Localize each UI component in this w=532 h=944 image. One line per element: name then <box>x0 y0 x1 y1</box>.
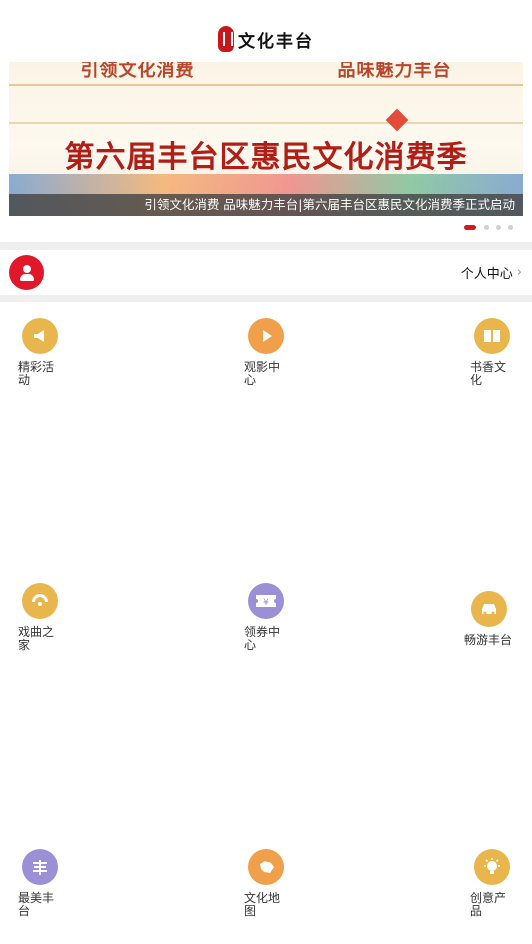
carousel-dot[interactable] <box>508 225 513 230</box>
car-icon <box>471 591 507 627</box>
banner-slogan-right: 品味魅力丰台 <box>337 62 452 81</box>
grid-item-activities[interactable]: 精彩活动 <box>18 318 78 387</box>
carousel-dot[interactable] <box>496 225 501 230</box>
banner-headline: 第六届丰台区惠民文化消费季 <box>64 140 468 175</box>
carousel-dots[interactable] <box>0 225 532 231</box>
promo-banner[interactable]: 引领文化消费 品味魅力丰台 第六届丰台区惠民文化消费季 引领文化消费 品味魅力丰… <box>9 62 523 216</box>
kite-icon <box>385 108 409 132</box>
user-icon <box>19 264 35 281</box>
section-separator <box>0 242 532 250</box>
banner-slogan-left: 引领文化消费 <box>80 62 195 81</box>
lightbulb-icon <box>474 849 510 885</box>
coupon-icon: ¥ <box>248 583 284 619</box>
personal-center-link[interactable]: 个人中心 › <box>461 263 522 282</box>
profile-row[interactable]: 个人中心 › <box>0 250 532 295</box>
grid-label: 书香文化 <box>470 360 507 387</box>
grid-item-coupons[interactable]: ¥ 领券中心 <box>244 583 304 652</box>
seal-icon <box>218 26 234 52</box>
logo-text: 文化丰台 <box>238 31 314 52</box>
banner-caption: 引领文化消费 品味魅力丰台|第六届丰台区惠民文化消费季正式启动 <box>9 194 523 216</box>
carousel-dot[interactable] <box>484 225 489 230</box>
grid-label: 创意产品 <box>470 891 507 918</box>
grid-item-opera[interactable]: 戏曲之家 <box>18 583 78 652</box>
megaphone-icon <box>22 318 58 354</box>
chevron-right-icon: › <box>516 265 522 280</box>
grid-item-map[interactable]: 文化地图 <box>244 849 304 918</box>
map-icon <box>248 849 284 885</box>
app-header: 文化丰台 <box>0 0 532 62</box>
grid-label: 观影中心 <box>244 360 281 387</box>
grid-label: 文化地图 <box>244 891 281 918</box>
feng-icon <box>22 849 58 885</box>
grid-label: 最美丰台 <box>18 891 55 918</box>
grid-item-creative[interactable]: 创意产品 <box>470 849 530 918</box>
section-separator <box>0 295 532 302</box>
app-logo: 文化丰台 <box>218 26 314 52</box>
avatar[interactable] <box>9 255 44 290</box>
svg-text:¥: ¥ <box>263 598 269 608</box>
grid-label: 精彩活动 <box>18 360 55 387</box>
banner-divider <box>9 84 523 86</box>
grid-item-cinema[interactable]: 观影中心 <box>244 318 304 387</box>
banner-divider <box>9 122 523 124</box>
carousel-dot-active[interactable] <box>464 225 476 230</box>
opera-fan-icon <box>22 583 58 619</box>
grid-label: 畅游丰台 <box>464 633 513 647</box>
grid-label: 戏曲之家 <box>18 625 55 652</box>
personal-center-label: 个人中心 <box>460 267 513 282</box>
book-icon <box>474 318 510 354</box>
grid-item-beautiful[interactable]: 最美丰台 <box>18 849 78 918</box>
play-icon <box>248 318 284 354</box>
grid-label: 领券中心 <box>244 625 281 652</box>
grid-item-books[interactable]: 书香文化 <box>470 318 530 387</box>
grid-item-travel[interactable]: 畅游丰台 <box>464 591 524 647</box>
